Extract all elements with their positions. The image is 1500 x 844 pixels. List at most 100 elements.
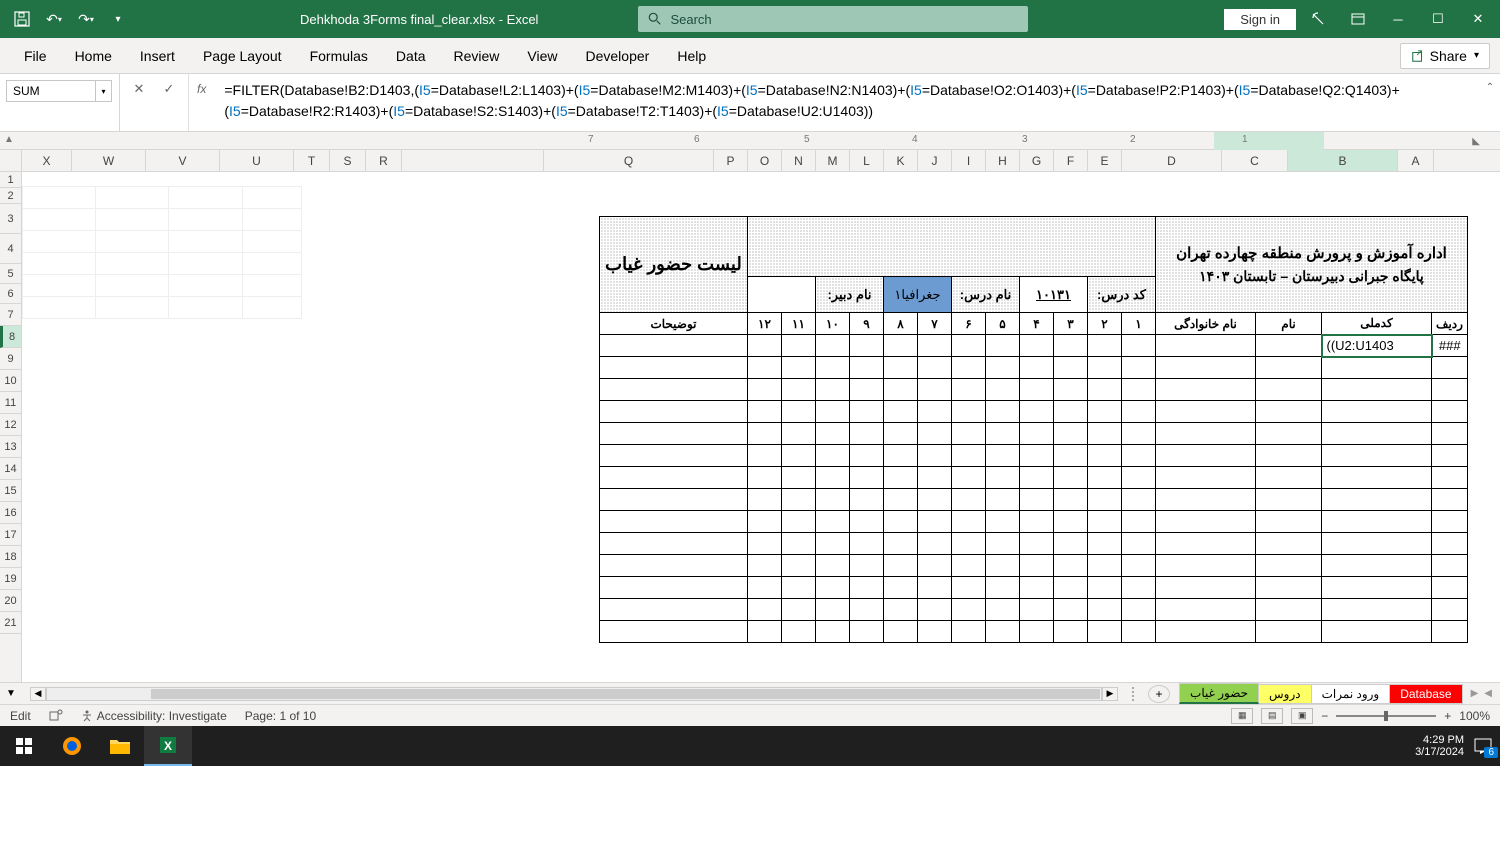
column-header[interactable]: I xyxy=(952,150,986,171)
macro-record-icon[interactable] xyxy=(49,709,63,723)
table-cell[interactable] xyxy=(918,621,952,643)
table-cell[interactable] xyxy=(748,533,782,555)
table-cell[interactable] xyxy=(1322,511,1432,533)
expand-formula-bar-icon[interactable]: ⌃ xyxy=(1480,74,1500,131)
row-header[interactable]: 19 xyxy=(0,568,21,590)
table-cell[interactable] xyxy=(884,357,918,379)
table-cell[interactable] xyxy=(850,599,884,621)
table-cell[interactable] xyxy=(918,533,952,555)
table-cell[interactable] xyxy=(1256,599,1322,621)
table-cell[interactable] xyxy=(748,401,782,423)
table-cell[interactable] xyxy=(850,577,884,599)
row-header[interactable]: 3 xyxy=(0,204,21,234)
table-cell[interactable] xyxy=(1122,445,1156,467)
table-cell[interactable] xyxy=(1088,599,1122,621)
table-cell[interactable] xyxy=(600,401,748,423)
tab-help[interactable]: Help xyxy=(663,40,720,72)
table-cell[interactable] xyxy=(1088,467,1122,489)
table-cell[interactable] xyxy=(748,445,782,467)
column-header[interactable]: H xyxy=(986,150,1020,171)
table-cell[interactable] xyxy=(782,489,816,511)
table-cell[interactable] xyxy=(952,445,986,467)
table-cell[interactable] xyxy=(1054,357,1088,379)
name-box-dropdown[interactable]: ▾ xyxy=(96,80,112,102)
table-cell[interactable] xyxy=(816,445,850,467)
firefox-icon[interactable] xyxy=(48,726,96,766)
table-cell[interactable] xyxy=(782,467,816,489)
table-cell[interactable] xyxy=(748,577,782,599)
table-cell[interactable] xyxy=(816,511,850,533)
table-cell[interactable] xyxy=(1432,511,1468,533)
notification-icon[interactable]: 6 xyxy=(1474,738,1492,754)
table-cell[interactable] xyxy=(1322,467,1432,489)
tab-view[interactable]: View xyxy=(513,40,571,72)
table-cell[interactable] xyxy=(1020,577,1054,599)
table-cell[interactable] xyxy=(884,555,918,577)
search-input[interactable] xyxy=(670,12,1018,27)
table-cell[interactable] xyxy=(952,335,986,357)
table-cell[interactable] xyxy=(986,489,1020,511)
table-cell[interactable] xyxy=(986,577,1020,599)
table-cell[interactable] xyxy=(918,489,952,511)
table-cell[interactable] xyxy=(1256,401,1322,423)
table-cell[interactable] xyxy=(1156,335,1256,357)
table-cell[interactable] xyxy=(600,467,748,489)
column-header[interactable]: C xyxy=(1222,150,1288,171)
horizontal-scrollbar[interactable] xyxy=(46,687,1102,701)
column-header[interactable]: S xyxy=(330,150,366,171)
maximize-button[interactable]: ☐ xyxy=(1420,0,1456,38)
tab-insert[interactable]: Insert xyxy=(126,40,189,72)
sign-in-button[interactable]: Sign in xyxy=(1224,9,1296,30)
table-cell[interactable] xyxy=(952,555,986,577)
file-explorer-icon[interactable] xyxy=(96,726,144,766)
table-cell[interactable] xyxy=(1432,621,1468,643)
row-header[interactable]: 12 xyxy=(0,414,21,436)
table-cell[interactable] xyxy=(1054,577,1088,599)
table-cell[interactable] xyxy=(884,401,918,423)
tab-data[interactable]: Data xyxy=(382,40,440,72)
table-cell[interactable] xyxy=(1088,401,1122,423)
table-cell[interactable] xyxy=(850,467,884,489)
search-box[interactable] xyxy=(638,6,1028,32)
row-header[interactable]: 5 xyxy=(0,264,21,284)
table-cell[interactable] xyxy=(816,401,850,423)
table-cell[interactable] xyxy=(918,577,952,599)
table-cell[interactable] xyxy=(1432,577,1468,599)
column-header[interactable]: J xyxy=(918,150,952,171)
table-cell[interactable] xyxy=(600,489,748,511)
table-cell[interactable] xyxy=(600,445,748,467)
table-cell[interactable] xyxy=(748,357,782,379)
save-icon[interactable] xyxy=(8,5,36,33)
table-cell[interactable] xyxy=(986,621,1020,643)
table-cell[interactable] xyxy=(952,621,986,643)
table-cell[interactable] xyxy=(1054,423,1088,445)
table-cell[interactable] xyxy=(1020,599,1054,621)
column-header[interactable] xyxy=(402,150,544,171)
ruler-margin-icon[interactable]: ◣ xyxy=(1472,136,1480,147)
table-cell[interactable] xyxy=(884,533,918,555)
table-cell[interactable] xyxy=(1020,555,1054,577)
table-cell[interactable] xyxy=(748,467,782,489)
table-cell[interactable] xyxy=(1322,577,1432,599)
table-cell[interactable] xyxy=(1054,599,1088,621)
column-header[interactable]: D xyxy=(1122,150,1222,171)
table-cell[interactable] xyxy=(1122,423,1156,445)
name-box[interactable] xyxy=(6,80,96,102)
accessibility-status[interactable]: Accessibility: Investigate xyxy=(81,709,227,723)
tab-formulas[interactable]: Formulas xyxy=(296,40,382,72)
touch-mode-icon[interactable] xyxy=(1300,0,1336,38)
table-cell[interactable] xyxy=(600,555,748,577)
table-cell[interactable] xyxy=(1088,445,1122,467)
column-header[interactable]: M xyxy=(816,150,850,171)
table-cell[interactable] xyxy=(1432,599,1468,621)
column-header[interactable]: X xyxy=(22,150,72,171)
course-value-cell[interactable]: جغرافیا۱ xyxy=(884,277,952,313)
table-cell[interactable] xyxy=(1156,357,1256,379)
table-cell[interactable] xyxy=(1122,621,1156,643)
table-cell[interactable] xyxy=(952,599,986,621)
tray-clock[interactable]: 4:29 PM 3/17/2024 xyxy=(1415,734,1464,758)
table-cell[interactable] xyxy=(1156,489,1256,511)
zoom-out-button[interactable]: − xyxy=(1321,709,1328,723)
table-cell[interactable] xyxy=(600,533,748,555)
table-cell[interactable] xyxy=(1020,401,1054,423)
